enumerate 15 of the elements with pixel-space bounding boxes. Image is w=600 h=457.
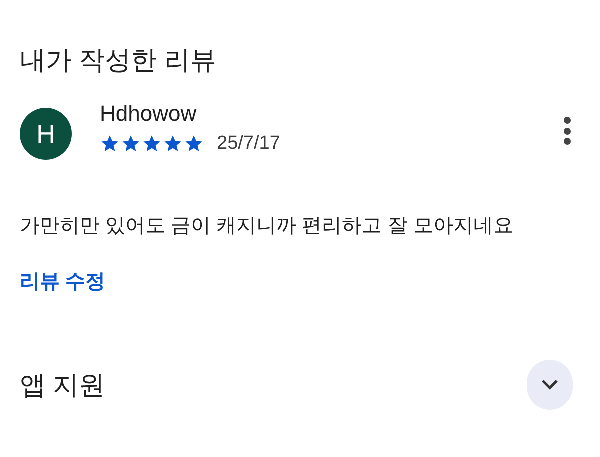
review-date: 25/7/17 — [217, 132, 280, 156]
star-icon — [163, 134, 183, 154]
more-options-icon[interactable] — [562, 116, 572, 146]
star-icon — [100, 134, 120, 154]
chevron-down-icon — [541, 379, 559, 391]
section-title: 앱 지원 — [20, 368, 106, 402]
author-name: Hdhowow — [100, 100, 198, 128]
star-icon — [184, 134, 204, 154]
edit-review-link[interactable]: 리뷰 수정 — [20, 268, 106, 296]
review-text: 가만히만 있어도 금이 캐지니까 편리하고 잘 모아지네요 — [20, 214, 514, 239]
expand-button[interactable] — [527, 360, 573, 410]
avatar: H — [20, 108, 72, 160]
star-icon — [142, 134, 162, 154]
section-title: 내가 작성한 리뷰 — [20, 44, 218, 77]
star-icon — [121, 134, 141, 154]
